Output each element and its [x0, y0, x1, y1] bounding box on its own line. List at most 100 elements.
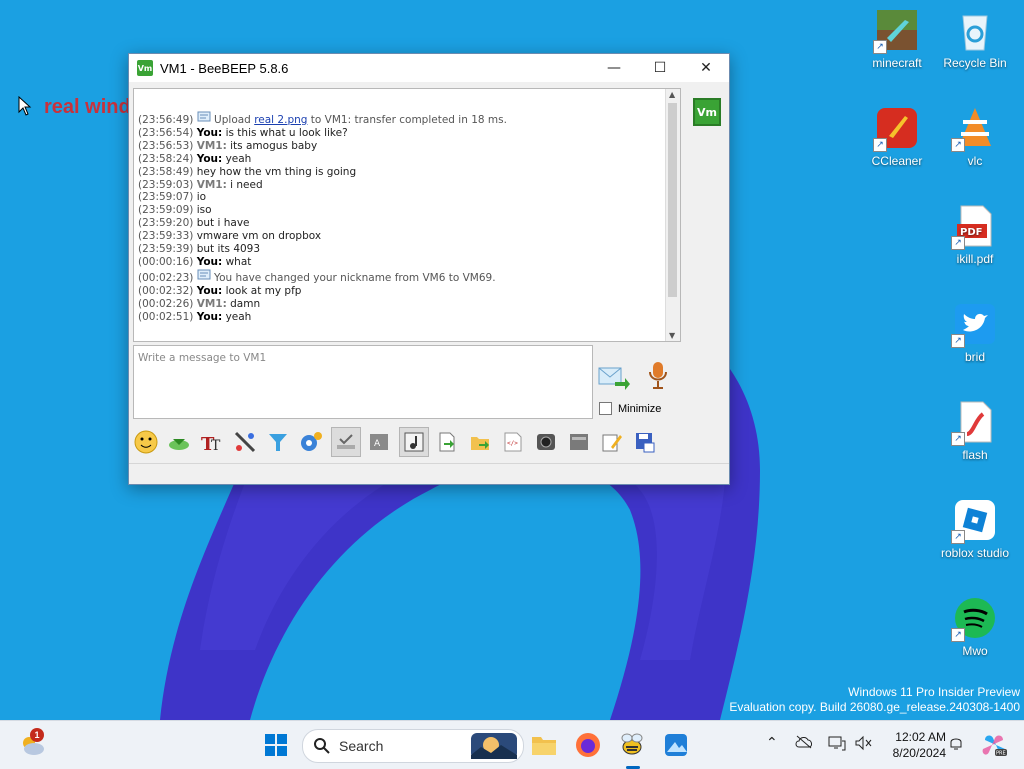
- search-icon: [314, 738, 330, 754]
- taskbar-search-box[interactable]: Search: [302, 729, 524, 763]
- taskbar-clock[interactable]: 12:02 AM 8/20/2024: [893, 729, 946, 761]
- photos-icon[interactable]: [660, 729, 692, 761]
- desktop-icon-label: flash: [962, 448, 988, 462]
- edit-icon[interactable]: [599, 429, 625, 455]
- message-timestamp: (23:59:33): [138, 230, 194, 243]
- minimize-window-button[interactable]: —: [591, 54, 637, 82]
- message-sender: You:: [196, 152, 223, 165]
- notifications-bell-icon[interactable]: [948, 735, 964, 755]
- save-icon[interactable]: [632, 429, 658, 455]
- chat-message-row: (23:58:24) You: yeah: [138, 153, 507, 166]
- desktop-icon-label: CCleaner: [871, 154, 923, 168]
- desktop-icon-brid[interactable]: ↗ brid: [934, 302, 1016, 364]
- chat-message-row: (00:00:16) You: what: [138, 256, 507, 269]
- chat-message-row: (00:02:51) You: yeah: [138, 311, 507, 324]
- screenshot-icon[interactable]: [533, 429, 559, 455]
- microphone-icon[interactable]: [647, 360, 669, 390]
- copilot-icon[interactable]: PRE: [978, 729, 1010, 761]
- chat-message-row: (23:59:07) io: [138, 191, 507, 204]
- message-timestamp: (23:59:03): [138, 178, 194, 191]
- message-timestamp: (23:59:09): [138, 204, 194, 217]
- chat-message-row: (23:59:33) vmware vm on dropbox: [138, 230, 507, 243]
- spellcheck-icon[interactable]: [331, 427, 361, 457]
- message-timestamp: (23:59:39): [138, 243, 194, 256]
- message-input-placeholder: Write a message to VM1: [138, 352, 267, 364]
- scrollbar-thumb[interactable]: [668, 103, 677, 297]
- message-sender: You:: [196, 310, 223, 323]
- pdf-icon: PDF ↗: [951, 204, 997, 250]
- settings-icon[interactable]: [298, 429, 324, 455]
- network-icon[interactable]: [828, 735, 846, 755]
- checkbox-box[interactable]: [599, 402, 612, 415]
- desktop-icon-label: ikill.pdf: [956, 252, 994, 266]
- chat-message-row: (23:56:54) You: is this what u look like…: [138, 127, 507, 140]
- message-sender: You:: [196, 126, 223, 139]
- word-complete-icon[interactable]: A: [366, 429, 392, 455]
- file-explorer-icon[interactable]: [528, 729, 560, 761]
- message-text: yeah: [222, 152, 252, 165]
- firefox-icon[interactable]: [572, 729, 604, 761]
- clock-date: 8/20/2024: [892, 746, 946, 760]
- message-timestamp: (23:56:53): [138, 139, 194, 152]
- message-sender: VM1:: [196, 139, 227, 152]
- onedrive-offline-icon[interactable]: [795, 735, 813, 753]
- chat-message-row: (23:59:39) but its 4093: [138, 243, 507, 256]
- chat-messages: (23:56:49) Upload real 2.png to VM1: tra…: [138, 111, 507, 324]
- chat-message-row: (23:59:09) iso: [138, 204, 507, 217]
- user-avatar-vm1[interactable]: Vm: [693, 98, 721, 126]
- desktop-icon-recycle-bin[interactable]: Recycle Bin: [934, 8, 1016, 70]
- chat-message-row: (00:02:26) VM1: damn: [138, 298, 507, 311]
- message-text: hey how the vm thing is going: [196, 165, 357, 178]
- chat-message-row: (23:58:49) hey how the vm thing is going: [138, 166, 507, 179]
- message-text: to VM1: transfer completed in 18 ms.: [307, 114, 507, 126]
- recycle-bin-icon: [953, 8, 997, 52]
- file-link[interactable]: real 2.png: [254, 114, 307, 126]
- desktop-icon-ccleaner[interactable]: ↗ CCleaner: [856, 106, 938, 168]
- desktop-icon-vlc[interactable]: ↗ vlc: [934, 106, 1016, 168]
- search-highlight-icon: [471, 733, 517, 759]
- scroll-up-icon[interactable]: ▲: [669, 90, 675, 99]
- minimize-checkbox[interactable]: Minimize: [599, 402, 661, 415]
- desktop-icon-roblox-studio[interactable]: ↗ roblox studio: [934, 498, 1016, 560]
- emoji-icon[interactable]: [133, 429, 159, 455]
- close-window-button[interactable]: ✕: [683, 54, 729, 82]
- desktop-icon-ikill-pdf[interactable]: PDF ↗ ikill.pdf: [934, 204, 1016, 266]
- vlc-icon: ↗: [951, 106, 997, 152]
- filter-icon[interactable]: [265, 429, 291, 455]
- message-input[interactable]: Write a message to VM1: [133, 345, 593, 419]
- message-text: i need: [226, 178, 263, 191]
- chat-message-row: (23:59:20) but i have: [138, 217, 507, 230]
- message-sender: You:: [196, 284, 223, 297]
- color-icon[interactable]: [232, 429, 258, 455]
- music-icon[interactable]: [399, 427, 429, 457]
- chat-history[interactable]: (23:56:49) Upload real 2.png to VM1: tra…: [133, 88, 681, 342]
- message-timestamp: (00:00:16): [138, 255, 194, 268]
- download-icon[interactable]: [166, 429, 192, 455]
- desktop-icon-label: brid: [964, 350, 985, 364]
- desktop-icon-minecraft[interactable]: ↗ minecraft: [856, 8, 938, 70]
- buzz-icon[interactable]: [566, 429, 592, 455]
- message-timestamp: (23:56:49): [138, 114, 194, 126]
- desktop-icon-flash[interactable]: ↗ flash: [934, 400, 1016, 462]
- beebeep-taskbar-icon[interactable]: [616, 729, 648, 761]
- send-file-icon[interactable]: [434, 429, 460, 455]
- show-hidden-icons-chevron-icon[interactable]: ⌃: [766, 735, 778, 751]
- start-button[interactable]: [260, 729, 292, 761]
- html-icon[interactable]: </>: [500, 429, 526, 455]
- font-icon[interactable]: TT: [199, 429, 225, 455]
- volume-muted-icon[interactable]: [854, 735, 872, 755]
- desktop-icon-mwo[interactable]: ↗ Mwo: [934, 596, 1016, 658]
- chat-scrollbar[interactable]: ▲ ▼: [665, 89, 680, 341]
- send-message-icon[interactable]: [597, 364, 631, 392]
- taskbar: Search ⌃ 12:02 AM 8/20/2024 PRE: [0, 720, 1024, 769]
- svg-text:</>: </>: [507, 440, 518, 447]
- desktop-background-text: real wind: [44, 96, 131, 118]
- title-bar[interactable]: Vm VM1 - BeeBEEP 5.8.6 — ☐ ✕: [129, 54, 729, 82]
- minimize-label: Minimize: [618, 402, 662, 415]
- scroll-down-icon[interactable]: ▼: [669, 331, 675, 340]
- message-text: vmware vm on dropbox: [196, 230, 322, 243]
- desktop-icon-label: roblox studio: [940, 546, 1010, 560]
- desktop-icon-label: Mwo: [962, 644, 988, 658]
- maximize-window-button[interactable]: ☐: [637, 54, 683, 82]
- send-folder-icon[interactable]: [467, 429, 493, 455]
